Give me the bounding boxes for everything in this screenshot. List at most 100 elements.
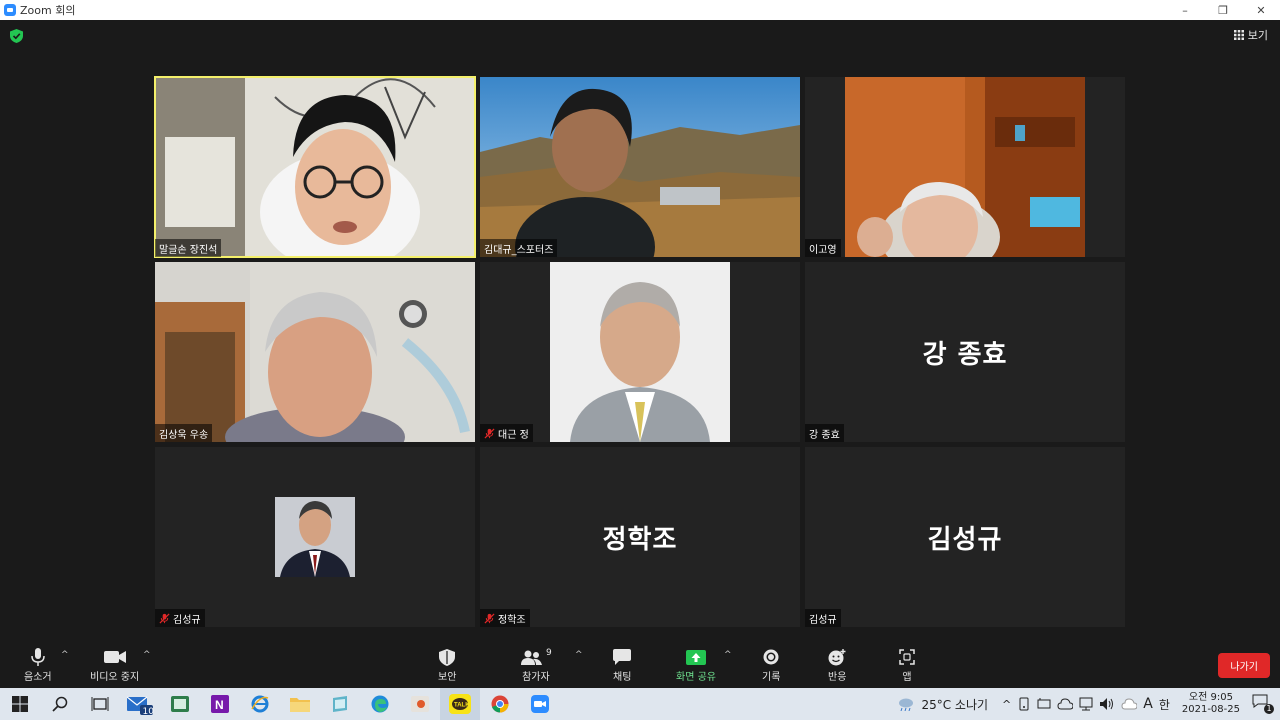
grid-icon [1233, 30, 1244, 40]
participant-name-bar: 정학조 [480, 609, 530, 627]
chat-label: 채팅 [613, 672, 632, 683]
participant-name: 김대규_스포터즈 [484, 244, 554, 256]
notification-center-button[interactable]: 1 [1252, 694, 1274, 714]
participant-tile[interactable]: 말글손 장진석 [154, 76, 476, 258]
apps-label: 앱 [902, 672, 912, 683]
participant-tile[interactable]: 정학조 정학조 [480, 447, 800, 627]
mic-muted-icon [159, 612, 170, 624]
reactions-button[interactable]: 반응 [828, 646, 846, 683]
participants-label: 참가자 [522, 672, 550, 683]
zoom-app-icon [4, 4, 16, 16]
participant-name: 이고영 [809, 244, 837, 256]
encryption-shield-icon[interactable] [10, 29, 23, 43]
share-options-caret-icon[interactable]: ^ [724, 650, 732, 660]
apps-button[interactable]: 앱 [899, 646, 915, 683]
taskbar-search-button[interactable] [40, 688, 80, 720]
chat-button[interactable]: 채팅 [613, 646, 631, 683]
participant-tile[interactable]: 김성규 김성규 [805, 447, 1125, 627]
record-button[interactable]: 기록 [762, 646, 780, 683]
mic-muted-icon [484, 427, 495, 439]
tray-expand-icon[interactable]: ^ [1002, 698, 1011, 711]
language-indicator[interactable]: 한 [1159, 696, 1170, 713]
participant-name-bar: 말글손 장진석 [155, 239, 222, 257]
taskbar-app-screen[interactable] [160, 688, 200, 720]
participant-name-bar: 김상욱 우송 [155, 424, 213, 442]
taskbar-chrome[interactable] [480, 688, 520, 720]
participant-tile[interactable]: 김상욱 우송 [155, 262, 475, 442]
device-icon[interactable] [1017, 697, 1031, 711]
participant-tile[interactable]: 강 종효 강 종효 [805, 262, 1125, 442]
window-title: Zoom 회의 [20, 4, 76, 17]
reaction-smiley-icon [828, 648, 846, 665]
video-options-caret-icon[interactable]: ^ [143, 650, 151, 660]
participant-name-bar: 김성규 [155, 609, 205, 627]
taskbar-photo-app[interactable] [400, 688, 440, 720]
audio-options-caret-icon[interactable]: ^ [61, 650, 69, 660]
stop-video-label: 비디오 중지 [90, 672, 140, 683]
participant-display-name: 강 종효 [922, 339, 1008, 370]
chat-icon [613, 649, 632, 665]
participant-name: 대근 정 [498, 429, 529, 441]
share-screen-button[interactable]: 화면 공유 [676, 646, 716, 683]
volume-icon[interactable] [1099, 697, 1115, 711]
participant-tile[interactable]: 대근 정 [480, 262, 800, 442]
weather-rain-icon [899, 698, 914, 711]
participants-icon [521, 650, 542, 665]
chrome-icon [491, 695, 509, 713]
taskbar-onenote[interactable]: N [200, 688, 240, 720]
view-label: 보기 [1247, 29, 1268, 42]
ime-mode-indicator[interactable]: A [1143, 696, 1153, 712]
taskbar-kakaotalk[interactable]: TALK [440, 688, 480, 720]
mute-label: 음소거 [24, 672, 52, 683]
pen-tablet-icon[interactable] [1037, 697, 1051, 711]
cloud-sync-icon[interactable] [1121, 698, 1138, 710]
taskbar-mail-app[interactable]: 10 [120, 688, 160, 720]
participant-name-bar: 강 종효 [805, 424, 844, 442]
windows-start-button[interactable] [0, 688, 40, 720]
weather-text[interactable]: 25°C 소나기 [921, 696, 988, 713]
task-view-button[interactable] [80, 688, 120, 720]
taskbar-file-explorer[interactable] [280, 688, 320, 720]
share-screen-label: 화면 공유 [676, 672, 716, 683]
apps-icon [899, 649, 915, 665]
participant-video [155, 77, 475, 257]
security-button[interactable]: 보안 [438, 646, 456, 683]
taskbar-ie[interactable] [240, 688, 280, 720]
minimize-button[interactable]: – [1166, 0, 1204, 20]
maximize-button[interactable]: ❐ [1204, 0, 1242, 20]
participant-tile[interactable]: 이고영 [805, 77, 1125, 257]
participant-tile[interactable]: 김대규_스포터즈 [480, 77, 800, 257]
participants-options-caret-icon[interactable]: ^ [575, 650, 583, 660]
onenote-icon: N [211, 695, 229, 713]
zoom-icon [531, 695, 549, 713]
svg-text:TALK: TALK [454, 703, 470, 709]
taskbar-zoom[interactable] [520, 688, 560, 720]
leave-meeting-button[interactable]: 나가기 [1218, 653, 1270, 678]
clock-date: 2021-08-25 [1181, 704, 1240, 715]
view-button[interactable]: 보기 [1233, 27, 1268, 43]
close-button[interactable]: ✕ [1242, 0, 1280, 20]
clock-time: 오전 9:05 [1188, 692, 1233, 703]
participant-name: 김상욱 우송 [159, 429, 209, 441]
svg-text:N: N [215, 698, 224, 712]
participants-count: 9 [546, 648, 552, 658]
participant-video [480, 77, 800, 257]
os-taskbar: 10 N TALK 25°C 소나기 ^ A 한 오전 9:05 2021-08… [0, 688, 1280, 720]
app-icon [333, 696, 347, 712]
participant-name: 김성규 [173, 614, 201, 626]
task-view-icon [91, 697, 109, 711]
onedrive-cloud-icon[interactable] [1057, 698, 1074, 710]
folder-icon [290, 698, 310, 712]
system-clock[interactable]: 오전 9:05 2021-08-25 [1182, 692, 1240, 716]
meeting-area: 보기 말글손 장진석 김대규_스포터즈 이고영 김상욱 우송 대근 정 강 종효… [0, 20, 1280, 642]
participants-button[interactable]: 9 참가자 [520, 646, 552, 683]
network-icon[interactable] [1079, 697, 1093, 711]
taskbar-edge[interactable] [360, 688, 400, 720]
participant-tile[interactable]: 김성규 [155, 447, 475, 627]
participant-display-name: 김성규 [927, 524, 1003, 555]
participant-name: 정학조 [498, 614, 526, 626]
record-label: 기록 [762, 672, 781, 683]
mute-button[interactable]: 음소거 [24, 646, 52, 683]
stop-video-button[interactable]: 비디오 중지 [90, 646, 139, 683]
taskbar-app-store[interactable] [320, 688, 360, 720]
